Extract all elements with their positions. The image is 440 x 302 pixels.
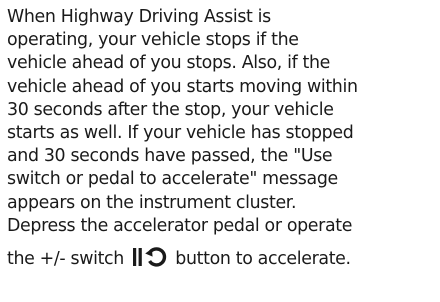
text-line: When Highway Driving Assist is [7, 7, 271, 27]
instruction-paragraph: When Highway Driving Assist is operating… [7, 6, 439, 275]
text-line-with-icon: the +/- switch button to accelerate. [7, 246, 439, 275]
text-line: Depress the accelerator pedal or operate [7, 215, 353, 236]
text-line: vehicle ahead of you stops. Also, if the [7, 53, 331, 74]
text-before-icon: the +/- switch [7, 249, 124, 270]
text-line: appears on the instrument cluster. [7, 192, 297, 213]
text-line: switch or pedal to accelerate" message [7, 169, 338, 190]
text-line: operating, your vehicle stops if the [7, 30, 299, 51]
text-line: and 30 seconds have passed, the "Use [7, 146, 333, 167]
pause-resume-switch-icon [132, 246, 168, 275]
text-line: starts as well. If your vehicle has stop… [7, 123, 354, 144]
text-line: 30 seconds after the stop, your vehicle [7, 99, 334, 120]
text-after-icon: button to accelerate. [175, 249, 351, 270]
text-line: vehicle ahead of you starts moving withi… [7, 76, 358, 97]
